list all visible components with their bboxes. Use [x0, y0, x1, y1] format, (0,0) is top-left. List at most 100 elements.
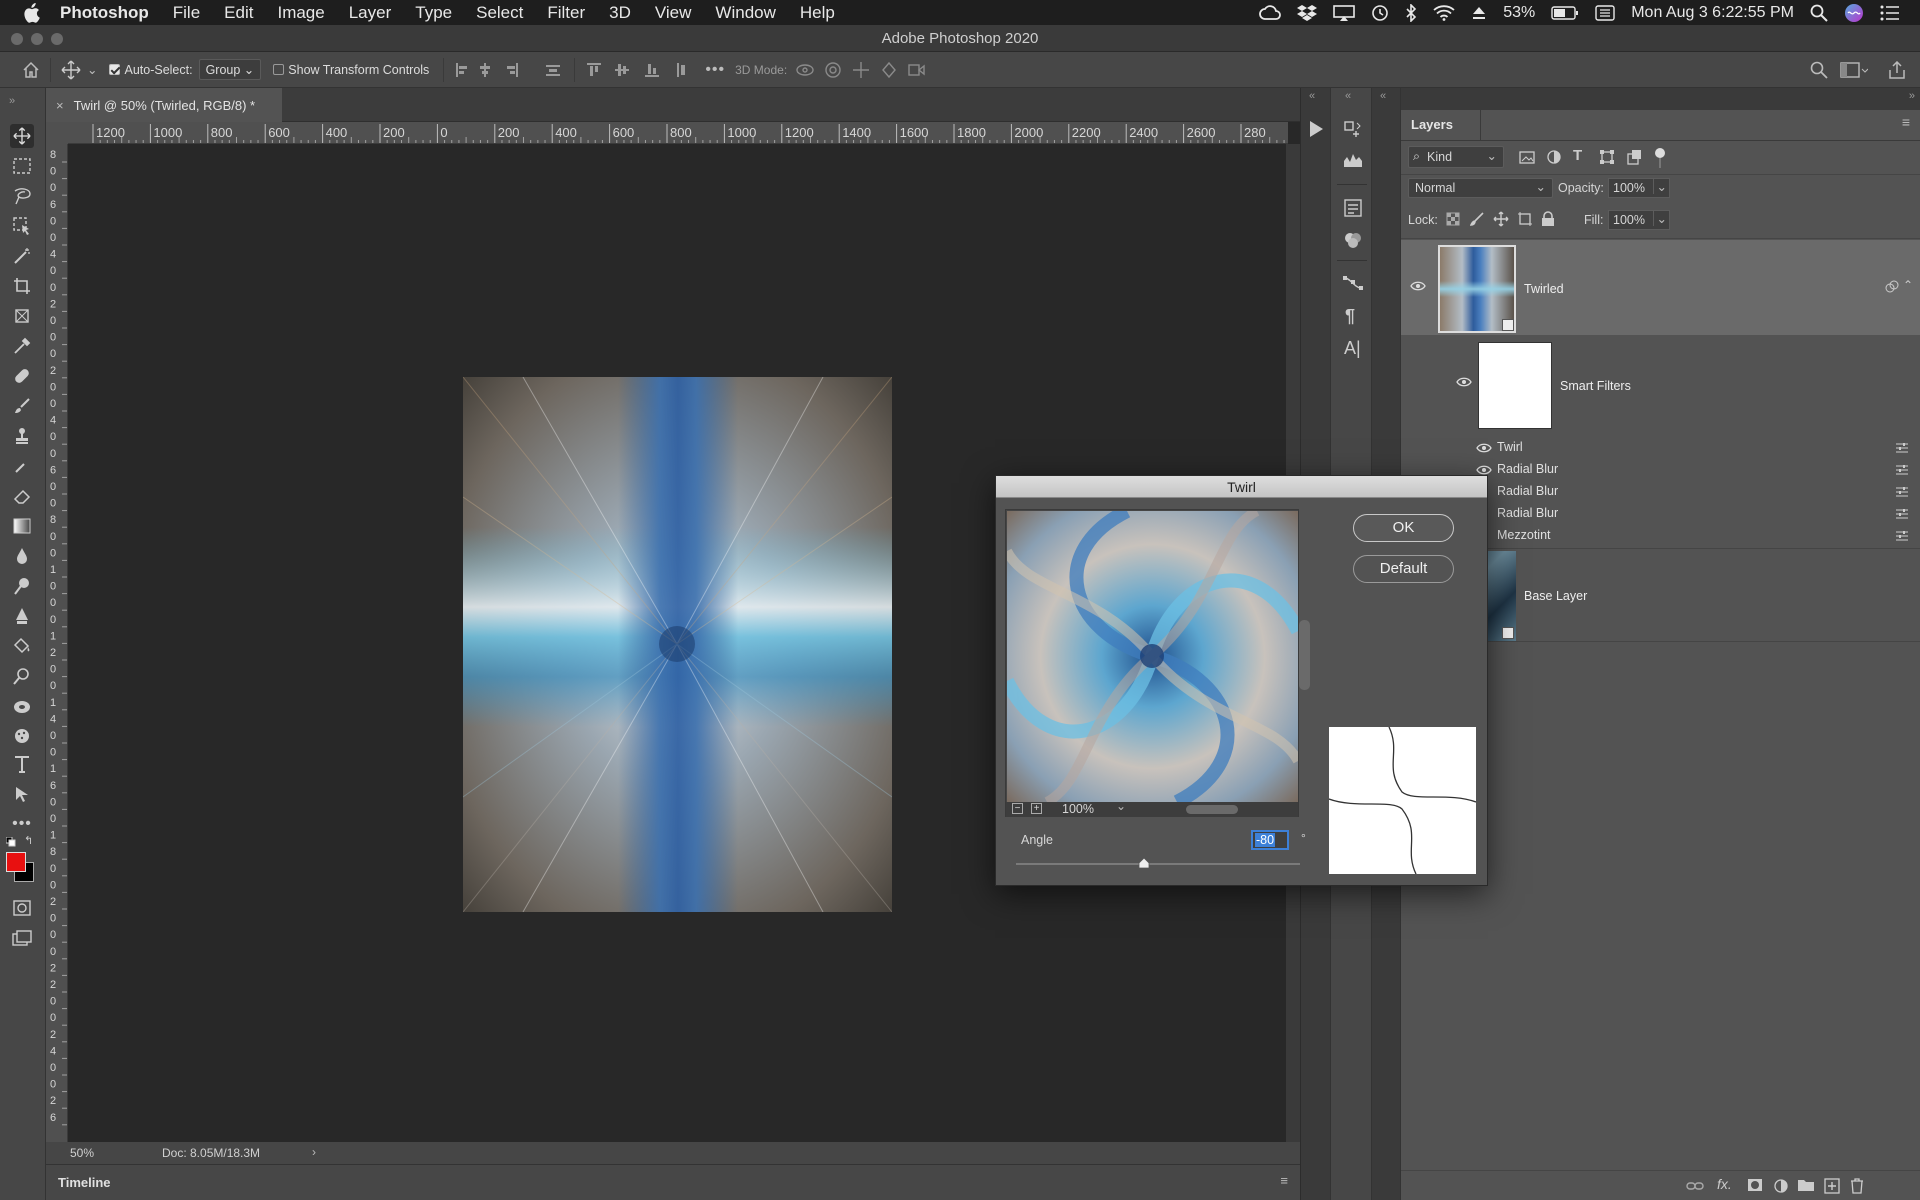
pen-tool[interactable] [10, 604, 34, 628]
foreground-color-swatch[interactable] [6, 852, 26, 872]
paths-panel-icon[interactable] [1343, 274, 1363, 292]
search-icon[interactable] [1810, 61, 1828, 79]
visibility-eye-icon[interactable] [1476, 443, 1492, 453]
layer-row-twirled[interactable]: Twirled ⌃ [1401, 240, 1920, 335]
move-tool-preset-icon[interactable] [61, 60, 81, 80]
frame-tool[interactable] [10, 304, 34, 328]
zoom-in-button[interactable]: + [1031, 803, 1042, 814]
vertical-ruler[interactable]: 8 0 0 6 0 0 4 0 0 2 0 0 0 2 0 0 4 0 0 6 0 0 8 0 0 1 0 0 0 1 2 0 0 1 4 0 0 1 6 0… [46, 144, 68, 1142]
menu-layer[interactable]: Layer [349, 3, 392, 23]
brush-tool[interactable] [10, 394, 34, 418]
crop-tool[interactable] [10, 274, 34, 298]
menu-view[interactable]: View [655, 3, 692, 23]
siri-icon[interactable] [1844, 3, 1864, 23]
keyboard-input-icon[interactable] [1595, 4, 1615, 21]
object-selection-tool[interactable] [10, 214, 34, 238]
add-mask-icon[interactable] [1747, 1178, 1763, 1192]
smart-filter-mask-thumbnail[interactable] [1478, 342, 1552, 429]
lock-transparent-icon[interactable] [1446, 212, 1460, 226]
lock-position-icon[interactable] [1493, 211, 1509, 227]
new-layer-icon[interactable] [1824, 1178, 1840, 1194]
preview-horizontal-scrollbar[interactable] [1186, 805, 1238, 814]
show-transform-checkbox[interactable] [273, 64, 285, 75]
preview-vertical-scrollbar[interactable] [1299, 620, 1310, 690]
document-image[interactable] [463, 377, 892, 912]
wifi-icon[interactable] [1433, 4, 1455, 21]
sponge-tool[interactable] [10, 724, 34, 748]
filter-row-twirl[interactable]: Twirl [1401, 437, 1920, 459]
lock-artboard-icon[interactable] [1517, 211, 1533, 227]
properties-panel-icon[interactable] [1343, 198, 1363, 218]
lasso-tool[interactable] [10, 184, 34, 208]
filter-blending-options-icon[interactable] [1895, 487, 1909, 497]
auto-select-checkbox[interactable] [109, 64, 121, 75]
paint-bucket-tool[interactable] [10, 634, 34, 658]
eyedropper-tool[interactable] [10, 334, 34, 358]
creative-cloud-icon[interactable] [1259, 4, 1282, 21]
gradient-tool[interactable] [10, 514, 34, 538]
move-tool[interactable] [10, 124, 34, 148]
kind-filter-dropdown[interactable]: ⌕ Kind ⌄ [1408, 146, 1504, 168]
menu-file[interactable]: File [173, 3, 200, 23]
filter-shape-icon[interactable] [1599, 149, 1615, 165]
chevron-down-icon[interactable]: ⌄ [1652, 179, 1667, 194]
ok-button[interactable]: OK [1353, 514, 1454, 542]
share-icon[interactable] [1888, 60, 1906, 79]
default-button[interactable]: Default [1353, 555, 1454, 583]
bluetooth-icon[interactable] [1405, 3, 1417, 22]
chevron-up-icon[interactable]: ⌃ [1903, 278, 1913, 292]
home-icon[interactable] [22, 61, 40, 79]
eraser-tool[interactable] [10, 484, 34, 508]
preview-zoom-value[interactable]: 100% [1062, 802, 1094, 816]
timeline-tab[interactable]: Timeline [58, 1175, 111, 1190]
histogram-panel-icon[interactable] [1343, 152, 1363, 168]
path-selection-tool[interactable] [10, 782, 34, 806]
angle-slider-track[interactable] [1016, 863, 1300, 865]
menu-edit[interactable]: Edit [224, 3, 253, 23]
time-machine-icon[interactable] [1371, 4, 1389, 22]
type-tool[interactable] [10, 752, 34, 776]
3d-mode-icons[interactable] [795, 60, 925, 80]
filter-blending-options-icon[interactable] [1895, 465, 1909, 475]
filter-adjustment-icon[interactable] [1546, 149, 1562, 165]
ruler-origin[interactable] [46, 122, 68, 144]
align-icons[interactable] [454, 61, 564, 79]
filter-smart-object-icon[interactable] [1626, 149, 1642, 165]
filter-blending-options-icon[interactable] [1895, 509, 1909, 519]
fill-field[interactable]: 100% ⌄ [1608, 210, 1670, 230]
magic-wand-tool[interactable] [10, 244, 34, 268]
filter-toggle-switch[interactable] [1655, 146, 1665, 168]
visibility-eye-icon[interactable] [1476, 465, 1492, 475]
menu-app-name[interactable]: Photoshop [60, 3, 149, 23]
battery-icon[interactable] [1551, 5, 1579, 20]
clock-datetime[interactable]: Mon Aug 3 6:22:55 PM [1631, 4, 1794, 22]
menu-select[interactable]: Select [476, 3, 523, 23]
chevron-right-icon[interactable]: › [312, 1145, 316, 1159]
zoom-out-button[interactable]: − [1012, 803, 1023, 814]
character-panel-icon[interactable]: A| [1344, 338, 1361, 359]
opacity-field[interactable]: 100% ⌄ [1608, 178, 1670, 198]
airplay-icon[interactable] [1333, 4, 1355, 21]
swap-colors-icon[interactable]: ↰ [24, 834, 33, 847]
smudge-tool[interactable] [10, 694, 34, 718]
horizontal-ruler[interactable]: 1200 1000 800 600 400 200 0 200 400 600 800 1000 120… [68, 122, 1288, 144]
link-layers-icon[interactable] [1686, 1180, 1704, 1192]
close-tab-icon[interactable]: × [56, 98, 64, 113]
chevron-down-icon[interactable]: ⌄ [1652, 211, 1667, 226]
zoom-tool-alt[interactable] [10, 664, 34, 688]
screen-mode-button[interactable] [10, 926, 34, 950]
collapse-arrows-icon[interactable]: « [1345, 90, 1351, 102]
delete-layer-trash-icon[interactable] [1850, 1178, 1864, 1194]
auto-select-dropdown[interactable]: Group ⌄ [198, 59, 262, 80]
smart-filters-row[interactable]: Smart Filters [1401, 337, 1920, 429]
notification-center-icon[interactable] [1880, 5, 1900, 21]
collapse-arrows-icon[interactable]: « [1380, 90, 1386, 102]
layers-tab[interactable]: Layers [1401, 110, 1481, 140]
chevron-down-icon[interactable]: ⌄ [87, 62, 97, 77]
angle-input[interactable]: -80 [1251, 830, 1289, 850]
play-actions-icon[interactable] [1308, 120, 1324, 138]
history-brush-tool[interactable] [10, 454, 34, 478]
menu-filter[interactable]: Filter [547, 3, 585, 23]
layer-style-fx-icon[interactable]: fx. [1717, 1176, 1732, 1192]
layer-name[interactable]: Base Layer [1524, 589, 1587, 603]
